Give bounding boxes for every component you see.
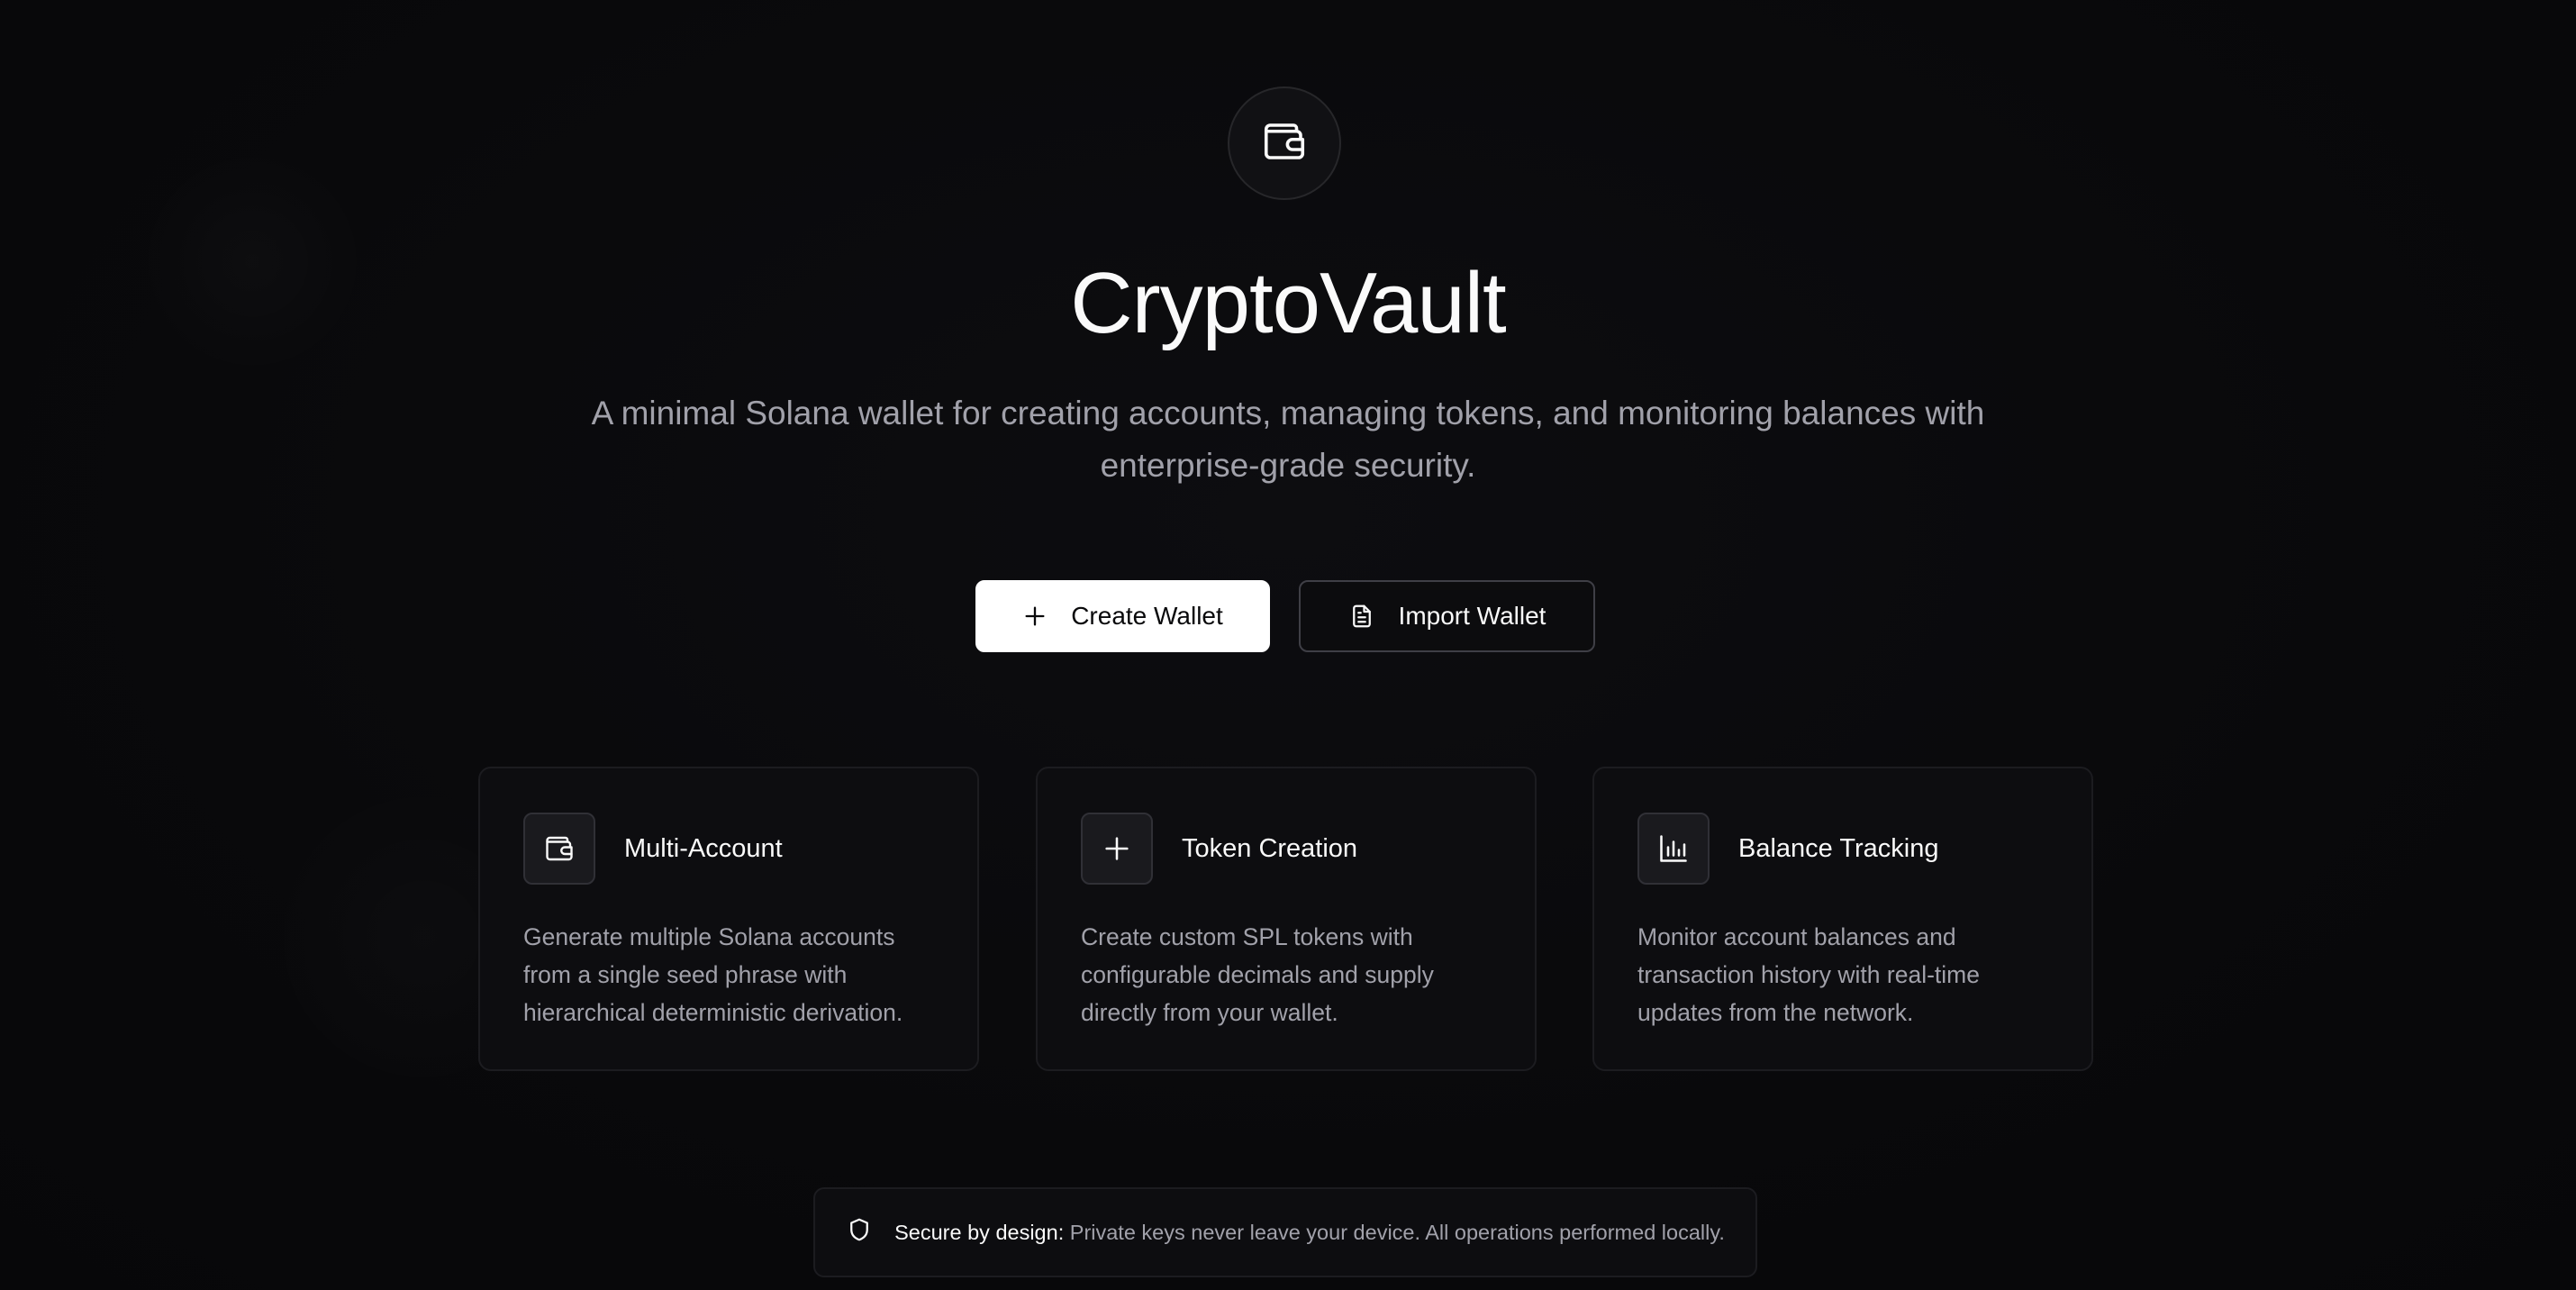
shield-icon <box>846 1216 873 1249</box>
feature-description: Monitor account balances and transaction… <box>1637 923 1980 1026</box>
feature-description: Create custom SPL tokens with configurab… <box>1081 923 1434 1026</box>
feature-description: Generate multiple Solana accounts from a… <box>523 923 903 1026</box>
wallet-icon <box>523 813 595 885</box>
security-label: Secure by design: <box>894 1220 1065 1244</box>
feature-title: Multi-Account <box>624 833 783 863</box>
plus-icon <box>1022 604 1048 629</box>
security-note: Secure by design: Private keys never lea… <box>813 1187 1757 1277</box>
page-subtitle: A minimal Solana wallet for creating acc… <box>591 395 1985 484</box>
import-wallet-button[interactable]: Import Wallet <box>1299 580 1595 652</box>
file-text-icon <box>1348 603 1375 630</box>
feature-card-balance-tracking: Balance Tracking Monitor account balance… <box>1592 767 2093 1071</box>
feature-card-token-creation: Token Creation Create custom SPL tokens … <box>1036 767 1537 1071</box>
import-wallet-label: Import Wallet <box>1398 602 1547 630</box>
feature-title: Token Creation <box>1182 833 1358 863</box>
feature-card-multi-account: Multi-Account Generate multiple Solana a… <box>478 767 979 1071</box>
create-wallet-label: Create Wallet <box>1071 602 1223 630</box>
security-text: Secure by design: Private keys never lea… <box>894 1221 1725 1245</box>
feature-title: Balance Tracking <box>1738 833 1939 863</box>
landing-page: CryptoVault A minimal Solana wallet for … <box>0 0 2576 1290</box>
plus-icon <box>1081 813 1153 885</box>
wallet-icon <box>1260 117 1309 170</box>
security-description: Private keys never leave your device. Al… <box>1069 1220 1725 1244</box>
page-title: CryptoVault <box>1070 255 1506 351</box>
bar-chart-icon <box>1637 813 1710 885</box>
app-logo <box>1228 86 1341 200</box>
create-wallet-button[interactable]: Create Wallet <box>975 580 1270 652</box>
